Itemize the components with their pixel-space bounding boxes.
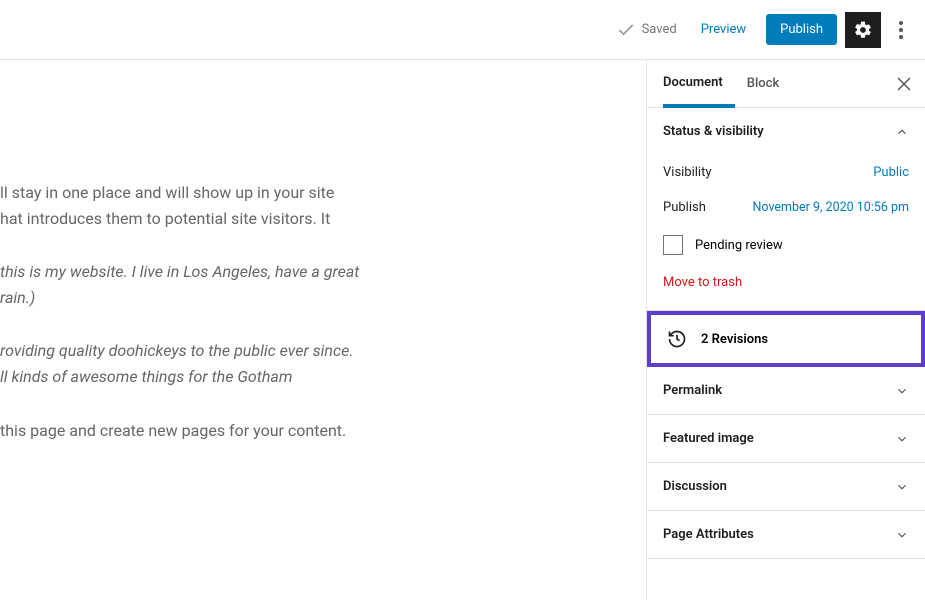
panel-title: Discussion: [663, 479, 727, 494]
panel-head-page-attributes[interactable]: Page Attributes: [647, 511, 925, 558]
visibility-label: Visibility: [663, 165, 712, 180]
revisions-label: 2 Revisions: [701, 332, 768, 347]
content-line: this page and create new pages for your …: [0, 421, 346, 440]
tab-block[interactable]: Block: [735, 60, 791, 107]
editor-content[interactable]: ll stay in one place and will show up in…: [0, 60, 646, 600]
panel-featured-image: Featured image: [647, 415, 925, 463]
publish-row: Publish November 9, 2020 10:56 pm: [663, 190, 909, 225]
panel-title: Page Attributes: [663, 527, 754, 542]
panel-title: Featured image: [663, 431, 754, 446]
panel-permalink: Permalink: [647, 367, 925, 415]
top-toolbar: Saved Preview Publish: [0, 0, 925, 60]
panel-page-attributes: Page Attributes: [647, 511, 925, 559]
preview-button[interactable]: Preview: [689, 14, 758, 45]
content-line: hat introduces them to potential site vi…: [0, 209, 330, 228]
content-line: roviding quality doohickeys to the publi…: [0, 341, 353, 360]
panel-title: Status & visibility: [663, 124, 764, 139]
panel-status-visibility: Status & visibility Visibility Public Pu…: [647, 108, 925, 311]
pending-review-label: Pending review: [695, 238, 783, 253]
close-sidebar-button[interactable]: [897, 77, 911, 91]
more-menu-button[interactable]: [889, 12, 913, 48]
close-icon: [897, 77, 911, 91]
chevron-down-icon: [895, 528, 909, 542]
panel-head-discussion[interactable]: Discussion: [647, 463, 925, 510]
history-icon: [667, 329, 687, 349]
chevron-up-icon: [895, 125, 909, 139]
publish-label: Publish: [663, 200, 706, 215]
content-line: this is my website. I live in Los Angele…: [0, 262, 359, 281]
chevron-down-icon: [895, 432, 909, 446]
visibility-row: Visibility Public: [663, 155, 909, 190]
kebab-icon: [899, 21, 903, 39]
panel-head-featured-image[interactable]: Featured image: [647, 415, 925, 462]
visibility-value[interactable]: Public: [873, 165, 909, 180]
saved-label: Saved: [642, 22, 677, 37]
panel-head-status[interactable]: Status & visibility: [647, 108, 925, 155]
publish-button[interactable]: Publish: [766, 14, 837, 45]
move-to-trash-button[interactable]: Move to trash: [663, 265, 909, 294]
sidebar-tabs: Document Block: [647, 60, 925, 108]
save-status: Saved: [616, 20, 677, 40]
panel-discussion: Discussion: [647, 463, 925, 511]
main-area: ll stay in one place and will show up in…: [0, 60, 925, 600]
pending-review-row: Pending review: [663, 225, 909, 265]
chevron-down-icon: [895, 384, 909, 398]
settings-sidebar: Document Block Status & visibility Visib…: [646, 60, 925, 600]
chevron-down-icon: [895, 480, 909, 494]
revisions-button[interactable]: 2 Revisions: [647, 311, 925, 367]
checkmark-icon: [616, 20, 636, 40]
content-line: ll stay in one place and will show up in…: [0, 183, 334, 202]
settings-button[interactable]: [845, 12, 881, 48]
publish-date-value[interactable]: November 9, 2020 10:56 pm: [752, 200, 909, 215]
tab-document[interactable]: Document: [663, 61, 735, 108]
content-line: rain.): [0, 288, 35, 307]
gear-icon: [853, 20, 873, 40]
panel-body-status: Visibility Public Publish November 9, 20…: [647, 155, 925, 310]
content-line: ll kinds of awesome things for the Gotha…: [0, 367, 292, 386]
panel-title: Permalink: [663, 383, 722, 398]
pending-review-checkbox[interactable]: [663, 235, 683, 255]
panel-head-permalink[interactable]: Permalink: [647, 367, 925, 414]
